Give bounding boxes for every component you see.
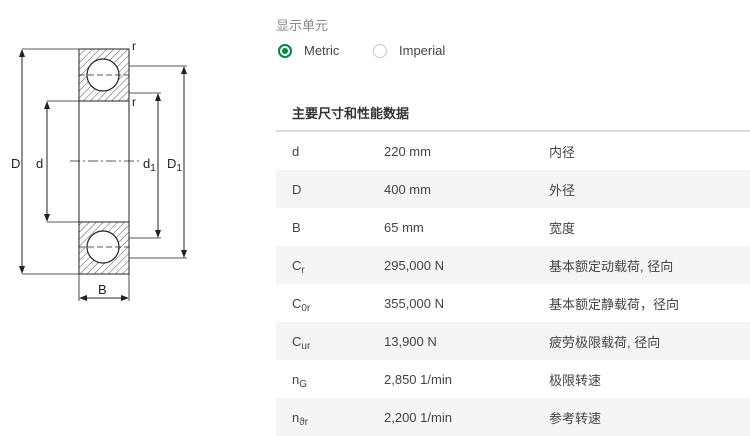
table-row: C0r 355,000 N 基本额定静载荷，径向 [276,284,750,322]
row-description: 内径 [549,144,576,160]
row-value: 13,900 N [384,333,437,349]
row-description: 疲劳极限载荷, 径向 [549,334,661,350]
table-row: d 220 mm 内径 [276,132,750,170]
specs-table: d 220 mm 内径 D 400 mm 外径 B 65 mm 宽度 Cr 29… [276,130,750,436]
row-symbol: d [292,143,300,159]
label-D1: D1 [167,156,182,174]
table-row: Cur 13,900 N 疲劳极限载荷, 径向 [276,322,750,360]
table-row: D 400 mm 外径 [276,170,750,208]
table-row: Cr 295,000 N 基本额定动载荷, 径向 [276,246,750,284]
row-symbol: D [292,181,302,197]
row-value: 400 mm [384,181,431,197]
label-r-top: r [132,39,136,53]
row-value: 2,200 1/min [384,409,452,425]
row-description: 基本额定静载荷，径向 [549,296,680,312]
row-description: 宽度 [549,220,576,236]
row-description: 基本额定动载荷, 径向 [549,258,674,274]
label-d: d [36,156,43,171]
row-symbol: nG [292,371,308,390]
row-value: 295,000 N [384,257,444,273]
bearing-diagram: D d d1 D1 B r r [11,39,187,301]
table-row: nG 2,850 1/min 极限转速 [276,360,750,398]
row-description: 参考转速 [549,410,602,426]
label-d1: d1 [143,156,156,174]
table-row: B 65 mm 宽度 [276,208,750,246]
row-description: 极限转速 [549,372,602,388]
row-value: 65 mm [384,219,424,235]
section-title: 主要尺寸和性能数据 [292,106,410,121]
row-value: 2,850 1/min [384,371,452,387]
table-row: nϑr 2,200 1/min 参考转速 [276,398,750,436]
label-D: D [11,156,20,171]
row-symbol: Cr [292,257,305,276]
row-symbol: B [292,219,301,235]
radio-unselected-icon [373,43,387,58]
radio-selected-icon [278,43,292,58]
label-r-mid: r [132,95,136,109]
row-symbol: C0r [292,295,311,314]
label-B: B [98,282,107,297]
imperial-radio[interactable]: Imperial [373,43,445,58]
row-description: 外径 [549,182,576,198]
imperial-label: Imperial [399,43,446,58]
row-symbol: Cur [292,333,311,352]
units-label: 显示单元 [276,18,329,33]
metric-label: Metric [304,43,340,58]
row-value: 355,000 N [384,295,444,311]
metric-radio[interactable]: Metric [278,43,339,58]
row-value: 220 mm [384,143,431,159]
row-symbol: nϑr [292,409,309,428]
